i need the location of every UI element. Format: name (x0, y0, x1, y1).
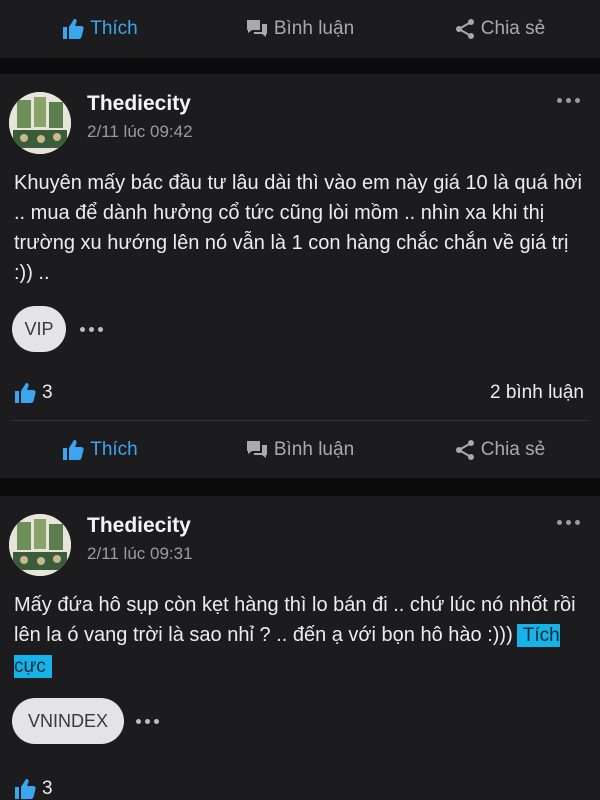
share-button[interactable]: Chia sẻ (400, 18, 600, 40)
post-time: 2/11 lúc 09:31 (87, 544, 193, 563)
share-button[interactable]: Chia sẻ (400, 439, 600, 461)
username[interactable]: Thediecity (87, 514, 191, 538)
like-button[interactable]: Thích (0, 439, 200, 461)
like-count-value: 3 (42, 778, 53, 799)
more-tags-button[interactable] (136, 719, 159, 724)
share-label: Chia sẻ (480, 18, 546, 39)
username[interactable]: Thediecity (87, 92, 191, 116)
comment-count[interactable]: 2 bình luận (490, 382, 584, 404)
comment-icon (246, 20, 267, 37)
like-label: Thích (90, 18, 138, 39)
avatar[interactable] (9, 92, 71, 154)
stock-tag-chip[interactable]: VIP (12, 306, 66, 352)
like-button[interactable]: Thích (0, 18, 200, 40)
thumbs-up-icon (63, 440, 84, 460)
post-card: Thediecity 2/11 lúc 09:42 Khuyên mấy bác… (0, 74, 600, 478)
post-content-text: Mấy đứa hô sụp còn kẹt hàng thì lo bán đ… (14, 594, 576, 646)
share-label: Chia sẻ (480, 439, 546, 460)
share-icon (455, 19, 474, 39)
like-count[interactable]: 3 (14, 778, 53, 800)
like-count[interactable]: 3 (14, 382, 53, 404)
comment-button[interactable]: Bình luận (200, 439, 400, 461)
comment-button[interactable]: Bình luận (200, 18, 400, 40)
post-content: Mấy đứa hô sụp còn kẹt hàng thì lo bán đ… (14, 590, 590, 682)
comment-label: Bình luận (273, 18, 355, 39)
thumbs-up-icon (63, 19, 84, 39)
post-card: Thediecity 2/11 lúc 09:31 Mấy đứa hô sụp… (0, 496, 600, 800)
post-time: 2/11 lúc 09:42 (87, 122, 193, 141)
more-options-button[interactable] (557, 98, 580, 103)
stock-tag-chip[interactable]: VNINDEX (12, 698, 124, 744)
more-tags-button[interactable] (80, 327, 103, 332)
like-label: Thích (90, 439, 138, 460)
post-actions-bar: Thích Bình luận Chia sẻ (0, 0, 600, 58)
comment-label: Bình luận (273, 439, 355, 460)
like-count-value: 3 (42, 382, 53, 403)
share-icon (455, 440, 474, 460)
comment-icon (246, 441, 267, 458)
more-options-button[interactable] (557, 520, 580, 525)
avatar[interactable] (9, 514, 71, 576)
thumbs-up-icon (15, 779, 36, 799)
divider (12, 420, 588, 421)
post-content: Khuyên mấy bác đầu tư lâu dài thì vào em… (14, 172, 582, 284)
feed: Thích Bình luận Chia sẻ Thediecity 2/11 … (0, 0, 600, 800)
thumbs-up-icon (15, 383, 36, 403)
post-actions-bar: Thích Bình luận Chia sẻ (0, 422, 600, 478)
